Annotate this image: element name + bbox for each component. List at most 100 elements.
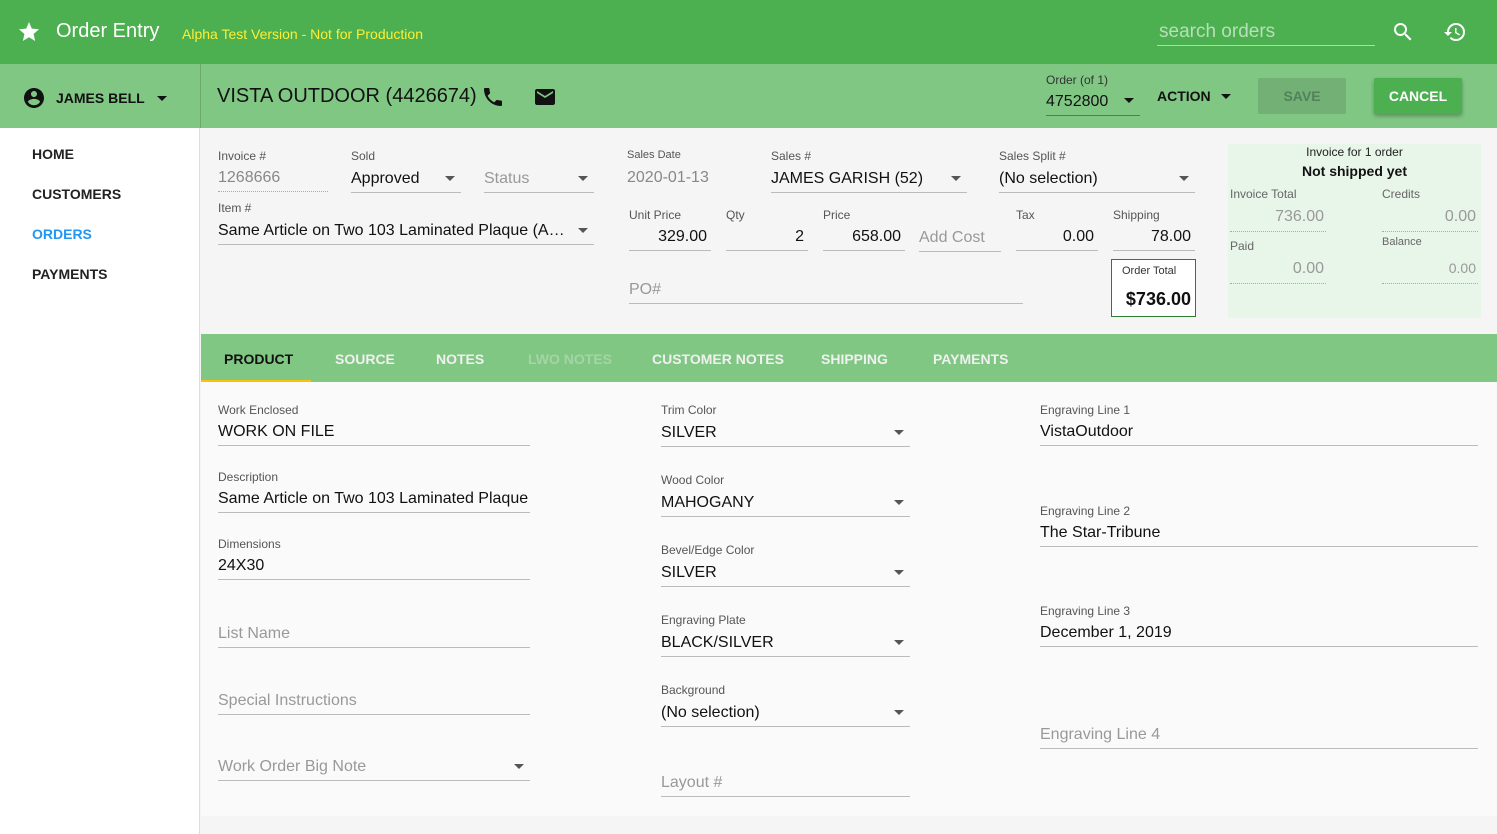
unit-price-field[interactable]: 329.00 bbox=[629, 225, 711, 251]
chevron-down-icon bbox=[894, 570, 904, 575]
alpha-notice: Alpha Test Version - Not for Production bbox=[182, 26, 423, 42]
chevron-down-icon bbox=[1220, 93, 1231, 99]
list-name-field[interactable]: List Name bbox=[218, 622, 530, 648]
user-menu[interactable]: JAMES BELL bbox=[22, 86, 167, 110]
background-label: Background bbox=[661, 683, 726, 697]
sales-split-label: Sales Split # bbox=[999, 149, 1066, 163]
add-cost-field[interactable]: Add Cost bbox=[919, 226, 1001, 252]
engraving-plate-select[interactable]: BLACK/SILVER bbox=[661, 631, 910, 657]
invoice-field: 1268666 bbox=[218, 166, 328, 192]
qty-field[interactable]: 2 bbox=[726, 225, 808, 251]
chevron-down-icon bbox=[1124, 98, 1134, 103]
engraving-line-4-field[interactable]: Engraving Line 4 bbox=[1040, 723, 1478, 749]
engraving-line-1-field[interactable]: VistaOutdoor bbox=[1040, 420, 1478, 446]
chevron-down-icon bbox=[894, 500, 904, 505]
order-label: Order (of 1) bbox=[1046, 73, 1109, 87]
nav-item-customers[interactable]: CUSTOMERS bbox=[32, 186, 121, 202]
engraving-line-1-label: Engraving Line 1 bbox=[1040, 403, 1131, 417]
cancel-button[interactable]: CANCEL bbox=[1374, 78, 1462, 114]
wood-color-label: Wood Color bbox=[661, 473, 725, 487]
paid-value: 0.00 bbox=[1230, 260, 1326, 284]
tax-field[interactable]: 0.00 bbox=[1016, 225, 1098, 251]
app-bar: Order Entry Alpha Test Version - Not for… bbox=[0, 0, 1497, 64]
status-select[interactable]: Status bbox=[484, 167, 594, 193]
tab-payments[interactable]: PAYMENTS bbox=[933, 351, 1008, 367]
tab-product[interactable]: PRODUCT bbox=[224, 351, 293, 367]
chevron-down-icon bbox=[894, 430, 904, 435]
chevron-down-icon bbox=[1179, 176, 1189, 181]
history-icon[interactable] bbox=[1443, 20, 1467, 44]
bevel-edge-color-select[interactable]: SILVER bbox=[661, 561, 910, 587]
work-order-big-note-placeholder: Work Order Big Note bbox=[218, 758, 367, 775]
wood-color-value: MAHOGANY bbox=[661, 494, 755, 511]
tab-shipping[interactable]: SHIPPING bbox=[821, 351, 888, 367]
work-enclosed-field[interactable]: WORK ON FILE bbox=[218, 420, 530, 446]
app-title: Order Entry bbox=[56, 20, 160, 42]
work-enclosed-label: Work Enclosed bbox=[218, 403, 299, 417]
sales-split-select[interactable]: (No selection) bbox=[999, 167, 1195, 193]
search-icon[interactable] bbox=[1391, 20, 1415, 44]
engraving-plate-value: BLACK/SILVER bbox=[661, 634, 774, 651]
item-select[interactable]: Same Article on Two 103 Laminated Plaque… bbox=[218, 219, 594, 245]
email-icon[interactable] bbox=[533, 85, 557, 109]
account-circle-icon bbox=[24, 88, 44, 108]
description-field[interactable]: Same Article on Two 103 Laminated Plaque bbox=[218, 487, 530, 513]
shipping-status: Not shipped yet bbox=[1301, 163, 1407, 179]
sales-split-value: (No selection) bbox=[999, 170, 1098, 187]
tab-source[interactable]: SOURCE bbox=[335, 351, 395, 367]
product-panel: Work Enclosed WORK ON FILE Description S… bbox=[201, 382, 1497, 816]
user-name: JAMES BELL bbox=[56, 90, 145, 106]
dimensions-field[interactable]: 24X30 bbox=[218, 554, 530, 580]
bevel-edge-color-label: Bevel/Edge Color bbox=[661, 543, 755, 557]
chevron-down-icon bbox=[894, 640, 904, 645]
order-total-box: Order Total $736.00 bbox=[1111, 259, 1196, 317]
sales-date-field[interactable]: 2020-01-13 bbox=[627, 166, 739, 192]
customer-name: VISTA OUTDOOR (4426674) bbox=[217, 85, 477, 107]
invoice-label: Invoice # bbox=[218, 149, 267, 163]
item-label: Item # bbox=[218, 201, 252, 215]
trim-color-label: Trim Color bbox=[661, 403, 717, 417]
layout-field[interactable]: Layout # bbox=[661, 771, 910, 797]
sales-num-select[interactable]: JAMES GARISH (52) bbox=[771, 167, 967, 193]
dimensions-label: Dimensions bbox=[218, 537, 281, 551]
invoice-total-label: Invoice Total bbox=[1230, 187, 1297, 201]
po-field[interactable]: PO# bbox=[629, 278, 1023, 304]
special-instructions-field[interactable]: Special Instructions bbox=[218, 689, 530, 715]
sold-label: Sold bbox=[351, 149, 376, 163]
credits-value: 0.00 bbox=[1382, 208, 1478, 232]
wood-color-select[interactable]: MAHOGANY bbox=[661, 491, 910, 517]
description-label: Description bbox=[218, 470, 279, 484]
action-label: ACTION bbox=[1157, 88, 1211, 104]
engraving-line-3-field[interactable]: December 1, 2019 bbox=[1040, 621, 1478, 647]
shipping-label: Shipping bbox=[1113, 208, 1160, 222]
sold-value: Approved bbox=[351, 170, 420, 187]
nav-item-orders[interactable]: ORDERS bbox=[32, 226, 92, 242]
trim-color-select[interactable]: SILVER bbox=[661, 421, 910, 447]
phone-icon[interactable] bbox=[481, 85, 505, 109]
order-total-value: $736.00 bbox=[1125, 289, 1191, 309]
price-field[interactable]: 658.00 bbox=[823, 225, 905, 251]
search-input[interactable] bbox=[1157, 18, 1375, 46]
item-value: Same Article on Two 103 Laminated Plaque… bbox=[218, 222, 565, 239]
order-select[interactable]: 4752800 bbox=[1046, 90, 1140, 116]
tab-customer-notes[interactable]: CUSTOMER NOTES bbox=[652, 351, 784, 367]
work-order-big-note-select[interactable]: Work Order Big Note bbox=[218, 755, 530, 781]
shipping-field[interactable]: 78.00 bbox=[1113, 225, 1195, 251]
order-form: Invoice # 1268666 Sold Approved Status S… bbox=[201, 128, 1497, 834]
chevron-down-icon bbox=[578, 228, 588, 233]
action-menu-button[interactable]: ACTION bbox=[1157, 88, 1231, 104]
save-button[interactable]: SAVE bbox=[1258, 78, 1346, 114]
invoice-total-value: 736.00 bbox=[1230, 208, 1326, 232]
nav-item-payments[interactable]: PAYMENTS bbox=[32, 266, 107, 282]
nav-item-home[interactable]: HOME bbox=[32, 146, 74, 162]
invoice-summary-panel: Invoice for 1 order Not shipped yet Invo… bbox=[1228, 144, 1481, 318]
background-select[interactable]: (No selection) bbox=[661, 701, 910, 727]
engraving-line-2-label: Engraving Line 2 bbox=[1040, 504, 1131, 518]
order-number: 4752800 bbox=[1046, 93, 1109, 110]
tab-notes[interactable]: NOTES bbox=[436, 351, 484, 367]
engraving-line-2-field[interactable]: The Star-Tribune bbox=[1040, 521, 1478, 547]
sales-num-value: JAMES GARISH (52) bbox=[771, 170, 924, 187]
chevron-down-icon bbox=[894, 710, 904, 715]
sold-select[interactable]: Approved bbox=[351, 167, 461, 193]
chevron-down-icon bbox=[951, 176, 961, 181]
